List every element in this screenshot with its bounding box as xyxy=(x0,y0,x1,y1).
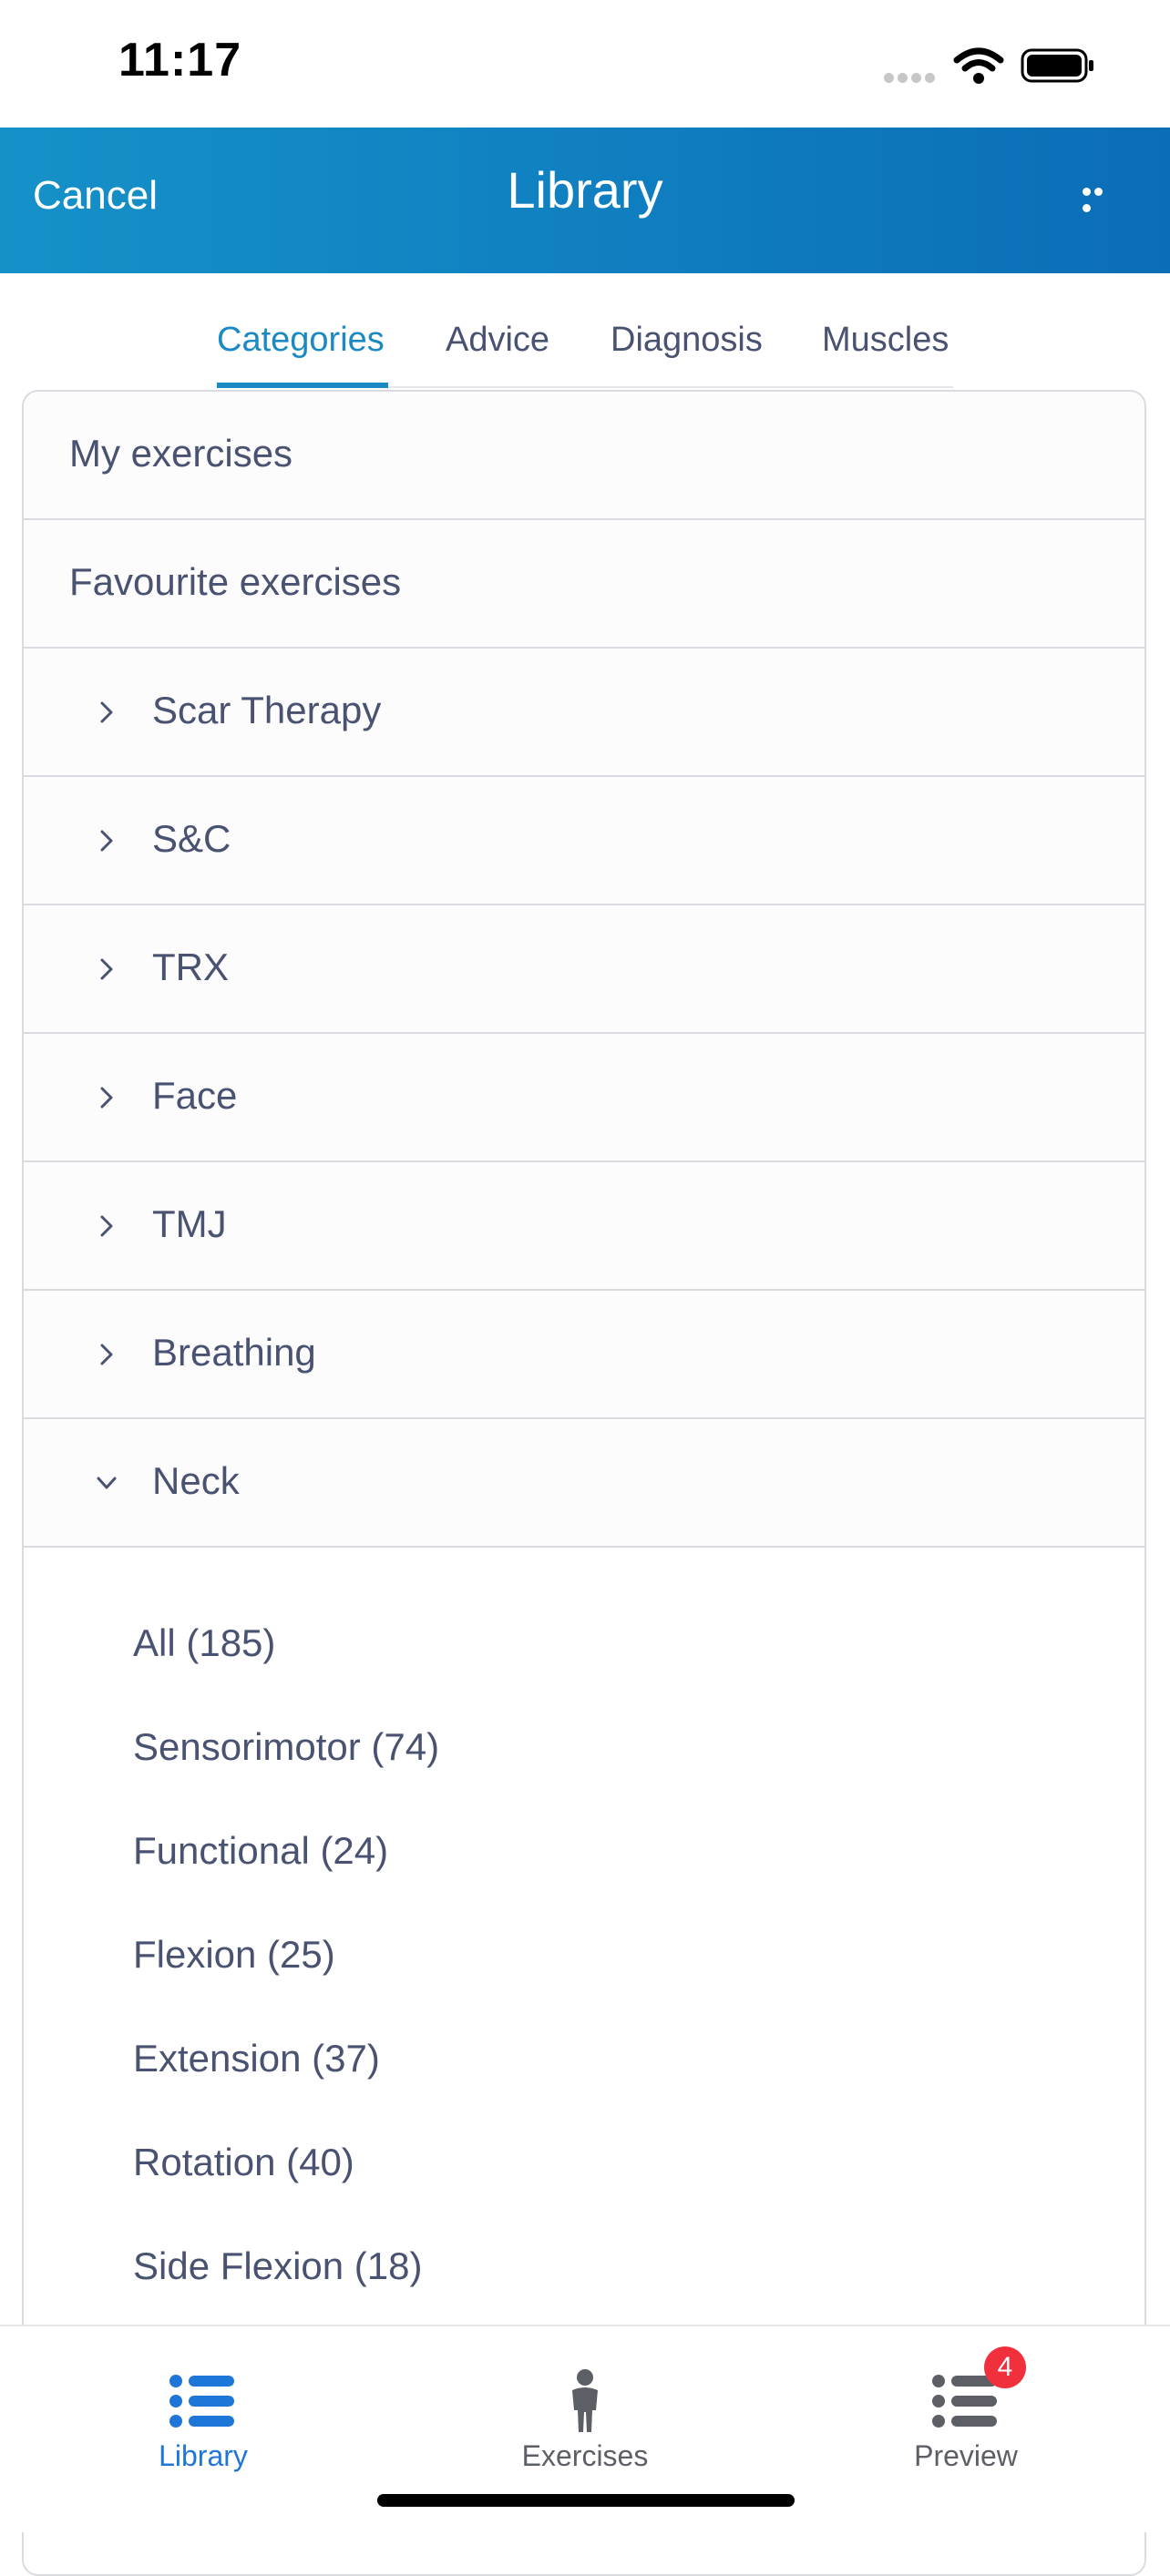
tab-library[interactable]: Library xyxy=(67,2326,340,2509)
home-indicator xyxy=(377,2494,795,2507)
cellular-signal-icon xyxy=(884,71,940,84)
page-title: Library xyxy=(507,161,663,219)
category-row-trx[interactable]: TRX xyxy=(24,905,1144,1034)
category-label: TRX xyxy=(152,946,229,988)
category-label: TMJ xyxy=(152,1202,227,1245)
subcategory-item[interactable]: All (185) xyxy=(133,1621,275,1665)
subcategory-item[interactable]: Extension (37) xyxy=(133,2037,380,2080)
subcategory-item[interactable]: Rotation (40) xyxy=(133,2141,354,2184)
category-row-s-and-c[interactable]: S&C xyxy=(24,777,1144,905)
category-row-neck[interactable]: Neck xyxy=(24,1419,1144,1548)
category-list: My exercises Favourite exercises Scar Th… xyxy=(22,390,1146,2576)
category-row-tmj[interactable]: TMJ xyxy=(24,1162,1144,1291)
subcategory-item[interactable]: Sensorimotor (74) xyxy=(133,1725,439,1769)
ellipsis-icon[interactable] xyxy=(1083,184,1115,212)
subcategory-item[interactable]: Functional (24) xyxy=(133,1829,388,1873)
tab-library-label: Library xyxy=(159,2439,248,2472)
category-tabs: Categories Advice Diagnosis Muscles xyxy=(0,273,1170,390)
tab-exercises[interactable]: Exercises xyxy=(448,2326,722,2509)
tab-categories[interactable]: Categories xyxy=(217,321,385,360)
list-item-my-exercises[interactable]: My exercises xyxy=(24,392,1144,520)
category-label: Scar Therapy xyxy=(152,689,382,731)
status-bar: 11:17 xyxy=(0,0,1170,128)
list-item-label: Favourite exercises xyxy=(69,560,402,603)
tab-muscles[interactable]: Muscles xyxy=(822,321,949,360)
chevron-right-icon xyxy=(100,830,113,852)
list-icon xyxy=(169,2375,234,2428)
category-row-breathing[interactable]: Breathing xyxy=(24,1291,1144,1419)
tab-exercises-label: Exercises xyxy=(521,2439,649,2472)
tab-advice[interactable]: Advice xyxy=(446,321,549,360)
tab-diagnosis[interactable]: Diagnosis xyxy=(611,321,763,360)
category-row-scar-therapy[interactable]: Scar Therapy xyxy=(24,649,1144,777)
category-label: S&C xyxy=(152,817,231,860)
category-label: Breathing xyxy=(152,1331,316,1374)
category-label: Neck xyxy=(152,1459,240,1502)
category-label: Face xyxy=(152,1074,238,1117)
category-row-face[interactable]: Face xyxy=(24,1034,1144,1162)
chevron-right-icon xyxy=(100,1215,113,1237)
chevron-right-icon xyxy=(100,1087,113,1109)
tab-preview-label: Preview xyxy=(914,2439,1018,2472)
list-item-label: My exercises xyxy=(69,432,293,475)
chevron-right-icon xyxy=(100,701,113,723)
nav-bar: Cancel Library xyxy=(0,128,1170,273)
tab-active-indicator xyxy=(217,383,388,388)
preview-count-badge: 4 xyxy=(984,2346,1026,2388)
status-time: 11:17 xyxy=(118,34,242,87)
subcategory-item[interactable]: Side Flexion (18) xyxy=(133,2244,422,2288)
chevron-right-icon xyxy=(100,958,113,980)
subcategory-item[interactable]: Flexion (25) xyxy=(133,1933,335,1977)
tab-preview[interactable]: 4 Preview xyxy=(829,2326,1103,2509)
wifi-icon xyxy=(953,47,1004,84)
battery-icon xyxy=(1021,48,1093,83)
chevron-down-icon xyxy=(97,1477,117,1489)
chevron-right-icon xyxy=(100,1344,113,1365)
person-icon xyxy=(572,2369,598,2432)
list-item-favourite-exercises[interactable]: Favourite exercises xyxy=(24,520,1144,649)
